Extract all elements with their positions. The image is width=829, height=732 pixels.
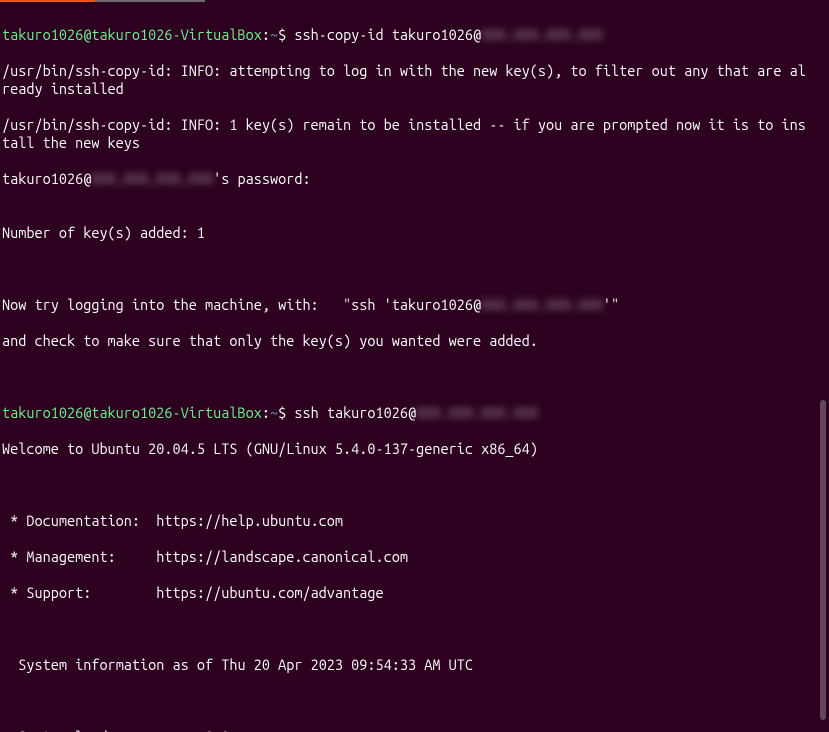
prompt-path: ~ xyxy=(270,26,278,43)
blank-line xyxy=(2,620,812,638)
redacted-ip: XXX.XXX.XXX.XXX xyxy=(416,404,538,422)
terminal-output[interactable]: takuro1026@takuro1026-VirtualBox:~$ ssh-… xyxy=(0,0,814,732)
blank-line xyxy=(2,368,812,386)
tab-indicator-inactive xyxy=(95,0,205,2)
prompt-line-1: takuro1026@takuro1026-VirtualBox:~$ ssh-… xyxy=(2,26,812,44)
link-line: * Management: https://landscape.canonica… xyxy=(2,548,812,566)
prompt-user-host: takuro1026@takuro1026-VirtualBox xyxy=(2,404,262,421)
sysinfo-header: System information as of Thu 20 Apr 2023… xyxy=(2,656,812,674)
redacted-ip: XXX.XXX.XXX.XXX xyxy=(91,170,213,188)
sysinfo-line: System load: 0.0 xyxy=(2,728,812,732)
output-line: /usr/bin/ssh-copy-id: INFO: 1 key(s) rem… xyxy=(2,116,812,152)
command-text: ssh takuro1026@ xyxy=(294,404,416,421)
redacted-ip: XXX.XXX.XXX.XXX xyxy=(481,26,603,44)
welcome-line: Welcome to Ubuntu 20.04.5 LTS (GNU/Linux… xyxy=(2,440,812,458)
link-line: * Support: https://ubuntu.com/advantage xyxy=(2,584,812,602)
try-login-line: Now try logging into the machine, with: … xyxy=(2,296,812,314)
prompt-path: ~ xyxy=(270,404,278,421)
redacted-ip: XXX.XXX.XXX.XXX xyxy=(481,296,603,314)
keys-added: Number of key(s) added: 1 xyxy=(2,224,812,242)
prompt-user-host: takuro1026@takuro1026-VirtualBox xyxy=(2,26,262,43)
link-line: * Documentation: https://help.ubuntu.com xyxy=(2,512,812,530)
blank-line xyxy=(2,692,812,710)
command-text: ssh-copy-id takuro1026@ xyxy=(294,26,481,43)
blank-line xyxy=(2,260,812,278)
output-line: /usr/bin/ssh-copy-id: INFO: attempting t… xyxy=(2,62,812,98)
tab-indicator-active xyxy=(0,0,95,2)
scrollbar-thumb[interactable] xyxy=(820,400,826,720)
check-line: and check to make sure that only the key… xyxy=(2,332,812,350)
password-prompt: takuro1026@XXX.XXX.XXX.XXX's password: xyxy=(2,170,812,188)
prompt-line-2: takuro1026@takuro1026-VirtualBox:~$ ssh … xyxy=(2,404,812,422)
blank-line xyxy=(2,476,812,494)
